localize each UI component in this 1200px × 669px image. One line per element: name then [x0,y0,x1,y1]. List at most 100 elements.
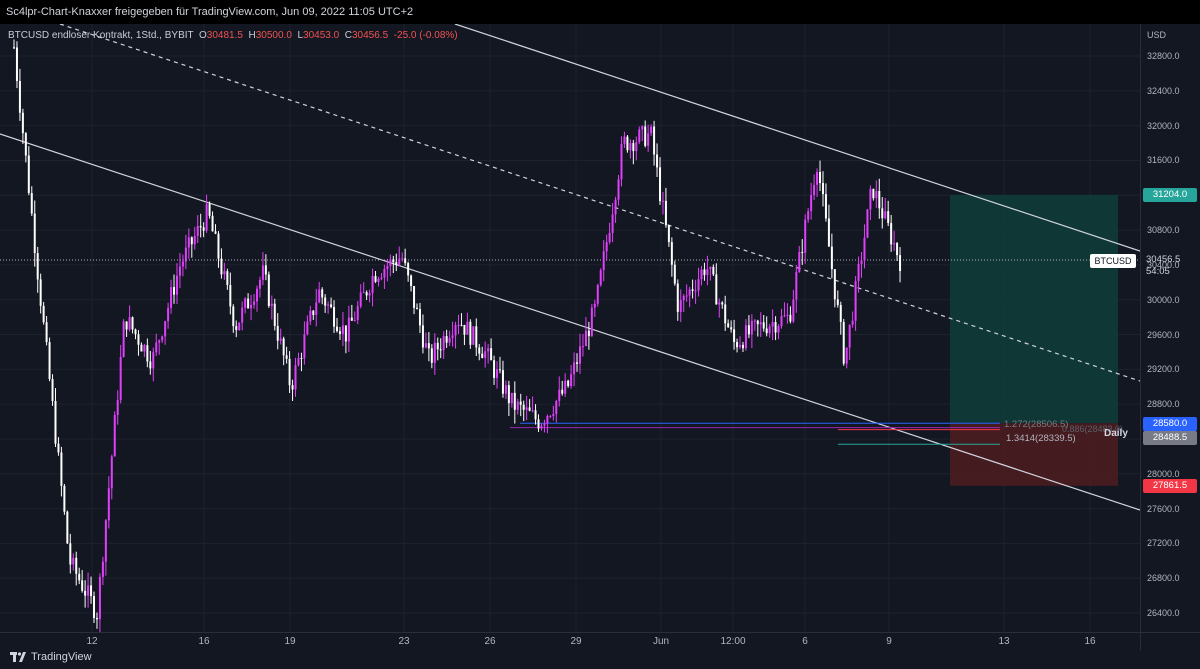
candle-body [122,321,125,358]
candle-body [694,290,697,292]
candle-body [555,400,558,415]
candle-body [484,351,487,358]
candle-body [258,279,261,289]
candle-body [567,380,570,387]
candle-body [75,557,78,574]
candle-body [706,268,709,276]
candle-body [454,325,457,336]
time-axis[interactable]: 12 16 19 23 26 29 Jun 12:00 6 9 13 16 [0,632,1140,650]
current-symbol-label: BTCUSD [1090,254,1136,268]
candle-body [715,274,718,305]
high-value: 30500.0 [255,30,292,41]
candle-body [756,320,759,325]
candle-body [181,261,184,267]
candle-body [211,215,214,232]
chart-canvas[interactable] [0,24,1140,632]
candle-body [664,200,667,226]
candle-body [623,136,626,144]
candle-body [24,133,27,156]
target-zone [950,194,1118,424]
high-label: H [248,30,256,41]
candle-body [650,126,653,134]
candle-body [682,295,685,301]
open-value: 30481.5 [206,30,243,41]
candle-body [667,225,670,243]
candle-body [845,347,848,364]
candle-body [125,321,128,330]
time-tick: 9 [886,636,892,647]
candle-body [187,237,190,248]
candle-body [356,306,359,321]
candle-body [774,322,777,333]
candle-body [199,226,202,228]
candle-body [232,306,235,327]
candle-body [730,327,733,330]
candle-body [161,336,164,341]
close-value: 30456.5 [351,30,389,41]
candle-body [235,326,238,331]
candle-body [333,306,336,327]
time-tick: 26 [484,636,496,647]
candle-body [134,329,137,335]
candle-body [590,307,593,337]
candle-body [398,258,401,266]
tradingview-brand[interactable]: TradingView [10,651,92,663]
publish-header: Sc4lpr-Chart-Knaxxer freigegeben für Tra… [0,0,1200,24]
candle-body [697,279,700,291]
time-tick: 12:00 [720,636,746,647]
candle-body [789,314,792,322]
target-price-label: 31204.0 [1143,188,1197,202]
candle-body [208,203,211,216]
candle-body [241,307,244,323]
price-tick: 29600.0 [1147,329,1180,340]
candle-body [513,392,516,410]
candle-body [747,325,750,335]
candle-body [312,310,315,316]
candle-body [490,348,493,361]
candle-body [653,126,656,155]
candle-body [170,287,173,308]
chart-pane[interactable]: BTCUSD endloser Kontrakt, 1Std., BYBIT O… [0,24,1140,632]
candle-body [543,423,546,426]
candle-body [673,264,676,284]
candle-body [487,348,490,352]
candle-body [688,289,691,296]
price-axis[interactable]: USD 32800.032400.032000.031600.031200.03… [1140,24,1200,632]
candle-body [531,410,534,412]
candle-body [104,520,107,562]
candle-body [395,262,398,266]
candle-body [578,346,581,364]
candle-body [460,324,463,326]
candle-body [771,322,774,327]
candle-body [819,172,822,184]
candle-body [780,316,783,327]
candle-body [620,143,623,180]
candle-body [110,456,113,489]
candle-body [552,414,555,416]
candle-body [496,369,499,378]
symbol-description: BTCUSD endloser Kontrakt, 1Std., BYBIT [8,30,194,41]
candle-body [804,219,807,253]
candle-body [273,303,276,326]
candle-body [276,325,279,341]
candle-body [324,297,327,306]
price-tick: 28000.0 [1147,468,1180,479]
candle-body [131,317,134,330]
candle-body [893,243,896,245]
candle-body [300,357,303,359]
candle-body [81,580,84,591]
candle-body [30,193,33,214]
candle-body [101,561,104,577]
candle-body [854,281,857,321]
publish-info: Sc4lpr-Chart-Knaxxer freigegeben für Tra… [6,6,414,18]
candle-body [759,322,762,325]
candle-body [42,305,45,323]
candle-body [469,321,472,345]
candle-body [507,385,510,404]
price-tick: 27200.0 [1147,538,1180,549]
candle-body [371,275,374,294]
candle-body [318,289,321,303]
candle-body [430,348,433,363]
candle-body [584,330,587,347]
candle-body [501,370,504,394]
